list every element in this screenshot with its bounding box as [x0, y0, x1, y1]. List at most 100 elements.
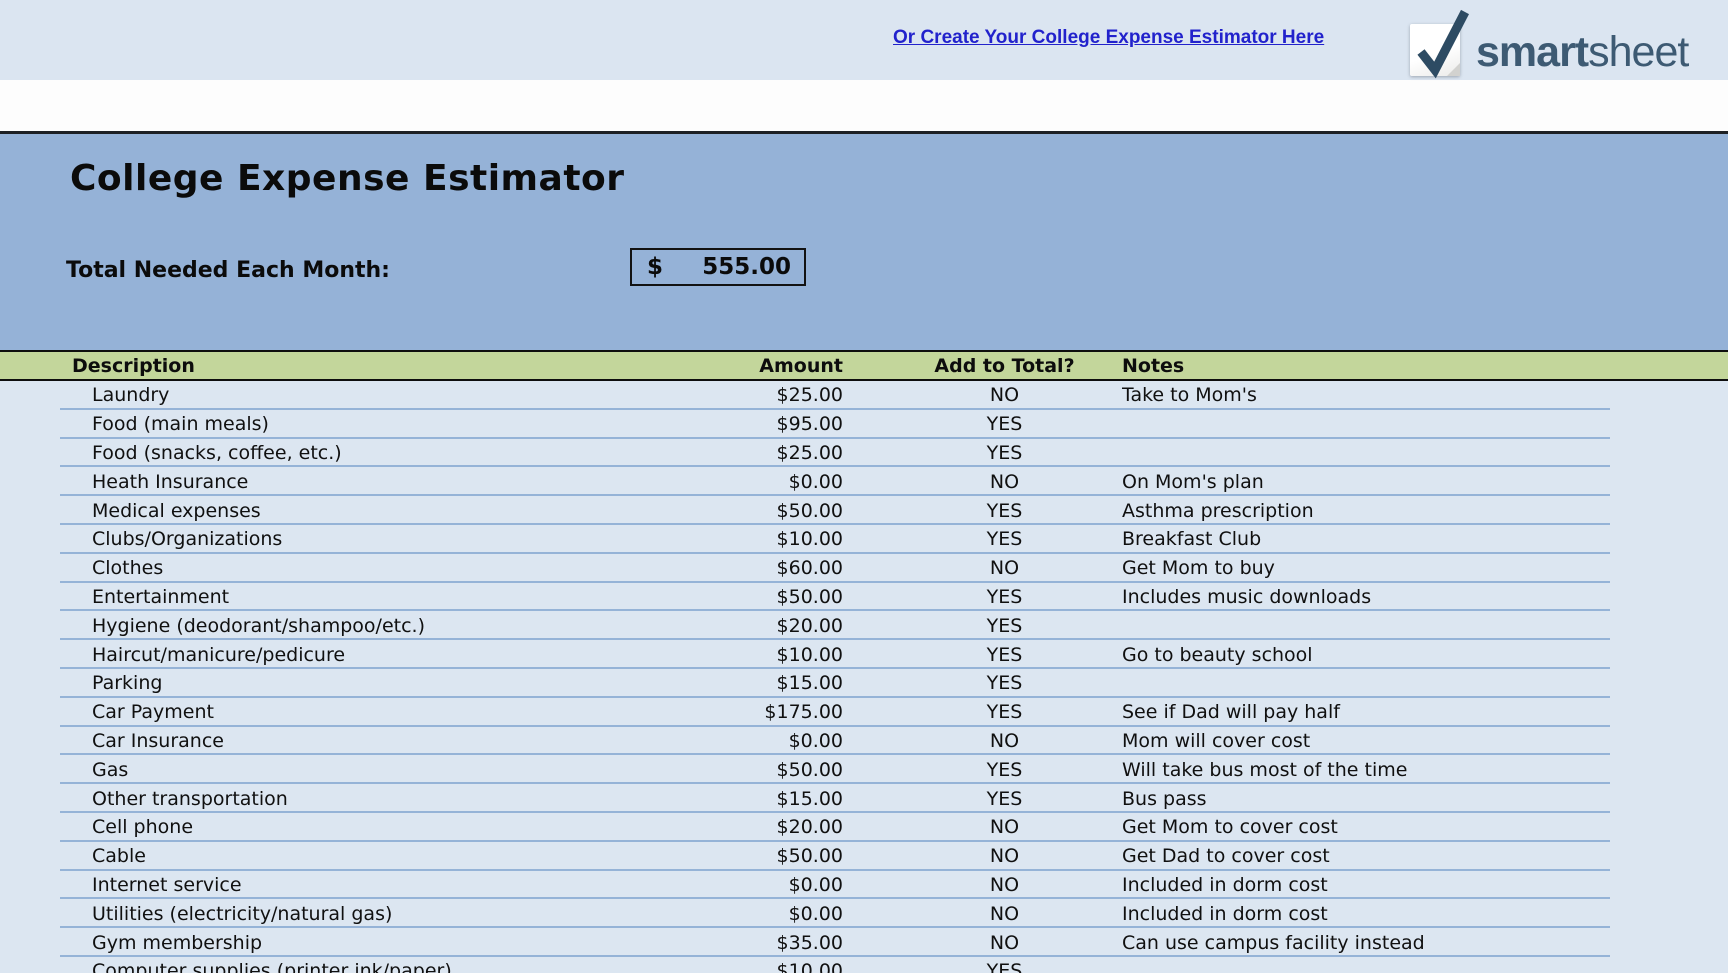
cell-amount[interactable]: $10.00: [620, 960, 843, 973]
checkmark-icon: [1413, 8, 1469, 80]
table-row: Parking$15.00YES: [0, 669, 1728, 698]
cell-description[interactable]: Haircut/manicure/pedicure: [0, 644, 620, 666]
brand-smart: smart: [1476, 28, 1588, 76]
cell-notes[interactable]: Asthma prescription: [1122, 500, 1728, 522]
total-value-cell[interactable]: $ 555.00: [630, 248, 806, 286]
cell-notes[interactable]: Bus pass: [1122, 788, 1728, 810]
cell-amount[interactable]: $15.00: [620, 672, 843, 694]
cell-description[interactable]: Entertainment: [0, 586, 620, 608]
cell-description[interactable]: Gas: [0, 759, 620, 781]
cell-amount[interactable]: $25.00: [620, 384, 843, 406]
cell-amount[interactable]: $60.00: [620, 557, 843, 579]
table-row: Car Insurance$0.00NOMom will cover cost: [0, 727, 1728, 756]
cell-amount[interactable]: $0.00: [620, 471, 843, 493]
cell-amount[interactable]: $10.00: [620, 528, 843, 550]
cell-description[interactable]: Utilities (electricity/natural gas): [0, 903, 620, 925]
cell-notes[interactable]: Included in dorm cost: [1122, 874, 1728, 896]
table-header-row: Description Amount Add to Total? Notes: [0, 352, 1728, 379]
table-row: Other transportation$15.00YESBus pass: [0, 784, 1728, 813]
cell-notes[interactable]: Includes music downloads: [1122, 586, 1728, 608]
cell-add-to-total[interactable]: YES: [843, 442, 1122, 464]
cell-notes[interactable]: Get Dad to cover cost: [1122, 845, 1728, 867]
cell-description[interactable]: Heath Insurance: [0, 471, 620, 493]
column-header-add-to-total: Add to Total?: [843, 355, 1122, 377]
cell-description[interactable]: Cell phone: [0, 816, 620, 838]
cell-amount[interactable]: $0.00: [620, 874, 843, 896]
cell-description[interactable]: Food (main meals): [0, 413, 620, 435]
cell-notes[interactable]: See if Dad will pay half: [1122, 701, 1728, 723]
cell-amount[interactable]: $50.00: [620, 586, 843, 608]
table-row: Car Payment$175.00YESSee if Dad will pay…: [0, 698, 1728, 727]
cell-amount[interactable]: $20.00: [620, 816, 843, 838]
cell-add-to-total[interactable]: YES: [843, 615, 1122, 637]
cell-add-to-total[interactable]: YES: [843, 644, 1122, 666]
currency-symbol: $: [632, 254, 663, 280]
cell-add-to-total[interactable]: NO: [843, 874, 1122, 896]
cell-description[interactable]: Computer supplies (printer ink/paper): [0, 960, 620, 973]
cell-description[interactable]: Car Insurance: [0, 730, 620, 752]
table-row: Food (snacks, coffee, etc.)$25.00YES: [0, 439, 1728, 468]
cell-notes[interactable]: Will take bus most of the time: [1122, 759, 1728, 781]
cell-add-to-total[interactable]: YES: [843, 586, 1122, 608]
cell-add-to-total[interactable]: NO: [843, 845, 1122, 867]
cell-description[interactable]: Clubs/Organizations: [0, 528, 620, 550]
cell-amount[interactable]: $15.00: [620, 788, 843, 810]
cell-amount[interactable]: $50.00: [620, 759, 843, 781]
cell-add-to-total[interactable]: YES: [843, 413, 1122, 435]
cell-add-to-total[interactable]: NO: [843, 730, 1122, 752]
cell-add-to-total[interactable]: YES: [843, 759, 1122, 781]
cell-add-to-total[interactable]: NO: [843, 471, 1122, 493]
cell-amount[interactable]: $95.00: [620, 413, 843, 435]
cell-notes[interactable]: Included in dorm cost: [1122, 903, 1728, 925]
cell-amount[interactable]: $35.00: [620, 932, 843, 954]
table-row: Cable$50.00NOGet Dad to cover cost: [0, 842, 1728, 871]
cell-notes[interactable]: Go to beauty school: [1122, 644, 1728, 666]
cell-amount[interactable]: $0.00: [620, 903, 843, 925]
table-row: Clothes$60.00NOGet Mom to buy: [0, 554, 1728, 583]
table-row: Entertainment$50.00YESIncludes music dow…: [0, 583, 1728, 612]
table-row: Haircut/manicure/pedicure$10.00YESGo to …: [0, 640, 1728, 669]
cell-amount[interactable]: $0.00: [620, 730, 843, 752]
cell-add-to-total[interactable]: NO: [843, 932, 1122, 954]
cell-add-to-total[interactable]: NO: [843, 903, 1122, 925]
cell-add-to-total[interactable]: YES: [843, 960, 1122, 973]
cell-notes[interactable]: Take to Mom's: [1122, 384, 1728, 406]
cell-amount[interactable]: $25.00: [620, 442, 843, 464]
cell-amount[interactable]: $20.00: [620, 615, 843, 637]
cell-description[interactable]: Medical expenses: [0, 500, 620, 522]
cell-add-to-total[interactable]: YES: [843, 672, 1122, 694]
cell-description[interactable]: Food (snacks, coffee, etc.): [0, 442, 620, 464]
cell-description[interactable]: Gym membership: [0, 932, 620, 954]
cell-notes[interactable]: On Mom's plan: [1122, 471, 1728, 493]
cell-description[interactable]: Hygiene (deodorant/shampoo/etc.): [0, 615, 620, 637]
create-estimator-link[interactable]: Or Create Your College Expense Estimator…: [893, 27, 1324, 49]
title-panel: College Expense Estimator Total Needed E…: [0, 134, 1728, 350]
cell-add-to-total[interactable]: YES: [843, 788, 1122, 810]
cell-add-to-total[interactable]: NO: [843, 384, 1122, 406]
cell-description[interactable]: Cable: [0, 845, 620, 867]
column-header-amount: Amount: [620, 355, 843, 377]
cell-notes[interactable]: Breakfast Club: [1122, 528, 1728, 550]
white-strip: [0, 80, 1728, 131]
cell-description[interactable]: Other transportation: [0, 788, 620, 810]
cell-add-to-total[interactable]: NO: [843, 557, 1122, 579]
cell-add-to-total[interactable]: YES: [843, 701, 1122, 723]
cell-amount[interactable]: $10.00: [620, 644, 843, 666]
cell-amount[interactable]: $50.00: [620, 845, 843, 867]
cell-description[interactable]: Laundry: [0, 384, 620, 406]
cell-description[interactable]: Internet service: [0, 874, 620, 896]
cell-amount[interactable]: $50.00: [620, 500, 843, 522]
cell-notes[interactable]: Can use campus facility instead: [1122, 932, 1728, 954]
page-fold-icon: [1447, 63, 1460, 76]
table-row: Gym membership$35.00NOCan use campus fac…: [0, 928, 1728, 957]
cell-add-to-total[interactable]: YES: [843, 500, 1122, 522]
cell-description[interactable]: Car Payment: [0, 701, 620, 723]
cell-notes[interactable]: Get Mom to cover cost: [1122, 816, 1728, 838]
cell-add-to-total[interactable]: YES: [843, 528, 1122, 550]
cell-amount[interactable]: $175.00: [620, 701, 843, 723]
cell-notes[interactable]: Get Mom to buy: [1122, 557, 1728, 579]
cell-description[interactable]: Parking: [0, 672, 620, 694]
cell-add-to-total[interactable]: NO: [843, 816, 1122, 838]
cell-notes[interactable]: Mom will cover cost: [1122, 730, 1728, 752]
cell-description[interactable]: Clothes: [0, 557, 620, 579]
